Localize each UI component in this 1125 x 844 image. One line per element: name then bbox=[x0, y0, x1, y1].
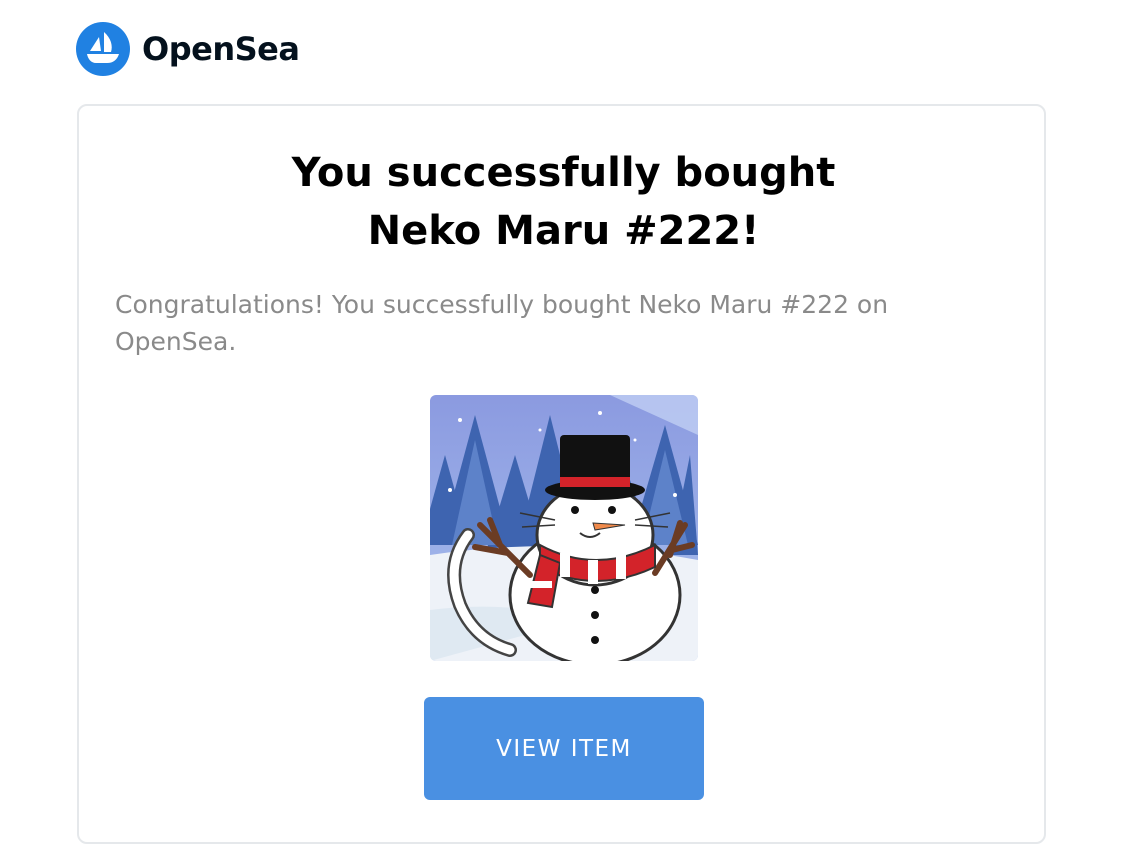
congratulations-message: Congratulations! You successfully bought… bbox=[115, 290, 889, 356]
view-item-button[interactable]: VIEW ITEM bbox=[424, 697, 704, 800]
brand-name[interactable]: OpenSea bbox=[142, 30, 300, 68]
opensea-ship-icon[interactable] bbox=[76, 22, 130, 76]
header: OpenSea bbox=[76, 22, 300, 76]
page-title: You successfully bought Neko Maru #222! bbox=[291, 150, 836, 254]
neko-maru-snowman-nft-image[interactable] bbox=[430, 395, 698, 661]
purchase-card: You successfully bought Neko Maru #222! … bbox=[77, 104, 1046, 844]
